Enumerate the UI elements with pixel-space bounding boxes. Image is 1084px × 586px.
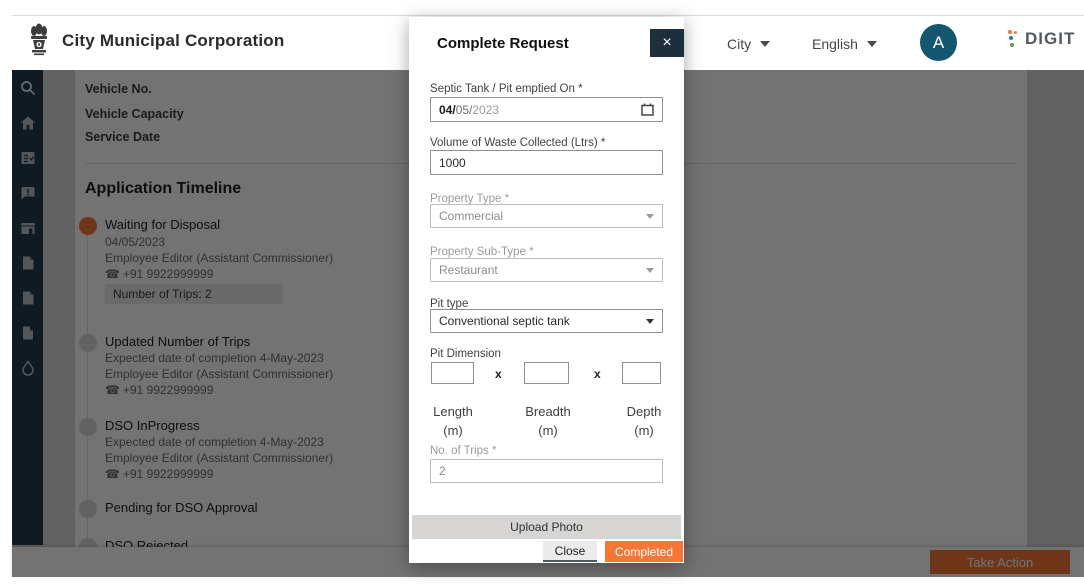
- modal-title: Complete Request: [437, 35, 569, 52]
- city-dropdown-label: City: [727, 36, 751, 52]
- trips-label: No. of Trips *: [430, 445, 496, 457]
- property-subtype-select[interactable]: Restaurant: [430, 258, 663, 282]
- length-input[interactable]: [431, 362, 474, 384]
- property-subtype-value: Restaurant: [439, 263, 498, 277]
- dimension-separator: x: [594, 367, 601, 381]
- language-dropdown[interactable]: English: [812, 36, 877, 52]
- dimension-separator: x: [495, 367, 502, 381]
- date-year: 2023: [472, 103, 499, 117]
- digit-logo: DIGIT: [1008, 29, 1075, 49]
- property-subtype-label: Property Sub-Type *: [430, 246, 534, 258]
- city-dropdown[interactable]: City: [727, 36, 770, 52]
- emptied-on-date-input[interactable]: 04/ 05/ 2023: [430, 97, 663, 122]
- user-avatar[interactable]: A: [920, 24, 957, 61]
- pit-dimension-label: Pit Dimension: [430, 348, 501, 360]
- length-label: Length (m): [410, 402, 496, 440]
- upload-photo-button[interactable]: Upload Photo: [412, 515, 681, 539]
- chevron-down-icon: [760, 41, 770, 47]
- depth-label: Depth (m): [601, 402, 687, 440]
- language-dropdown-label: English: [812, 36, 858, 52]
- date-day: 04/: [439, 103, 456, 117]
- complete-request-modal: Complete Request × Septic Tank / Pit emp…: [409, 17, 684, 563]
- depth-input[interactable]: [622, 362, 661, 384]
- org-title: City Municipal Corporation: [62, 31, 284, 51]
- pit-type-value: Conventional septic tank: [439, 314, 570, 328]
- chevron-down-icon: [646, 268, 654, 273]
- calendar-icon[interactable]: [641, 103, 654, 116]
- property-type-select[interactable]: Commercial: [430, 204, 663, 228]
- chevron-down-icon: [867, 41, 877, 47]
- frame-top-line: [12, 15, 1084, 16]
- date-month: 05/: [456, 103, 473, 117]
- pit-type-select[interactable]: Conventional septic tank: [430, 309, 663, 333]
- chevron-down-icon: [646, 214, 654, 219]
- close-button[interactable]: Close: [543, 541, 597, 562]
- digit-logo-text: DIGIT: [1025, 29, 1075, 49]
- close-icon[interactable]: ×: [650, 29, 684, 57]
- breadth-input[interactable]: [524, 362, 569, 384]
- screen: Vehicle No. Vehicle Capacity Service Dat…: [0, 0, 1084, 586]
- completed-button[interactable]: Completed: [605, 541, 683, 562]
- volume-input[interactable]: 1000: [430, 150, 663, 175]
- breadth-label: Breadth (m): [505, 402, 591, 440]
- chevron-down-icon: [646, 319, 654, 324]
- digit-mark-icon: [1008, 30, 1020, 49]
- property-type-value: Commercial: [439, 209, 503, 223]
- national-emblem-icon: [28, 23, 50, 61]
- trips-input[interactable]: 2: [430, 459, 663, 483]
- volume-label: Volume of Waste Collected (Ltrs) *: [430, 137, 605, 149]
- emptied-on-label: Septic Tank / Pit emptied On *: [430, 83, 583, 95]
